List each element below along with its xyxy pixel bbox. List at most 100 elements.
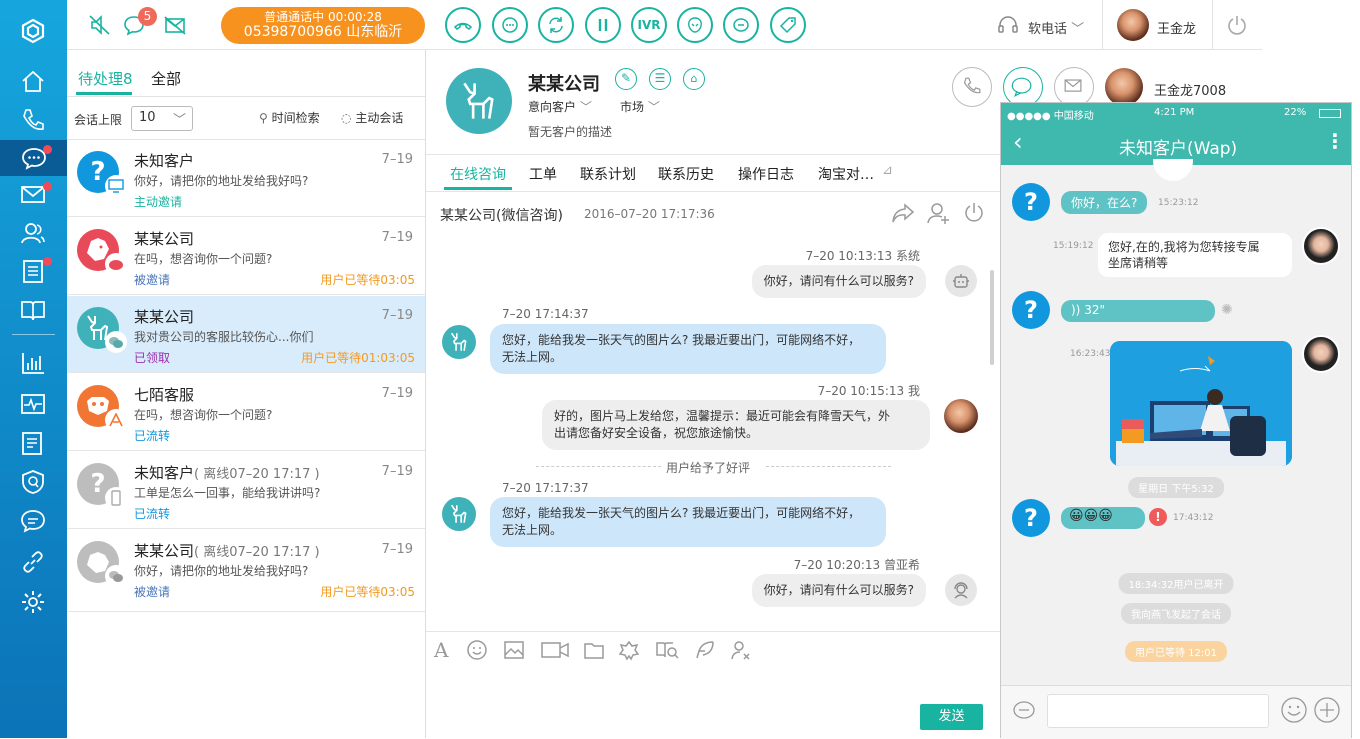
message-time: 7–20 10:15:13 我 (817, 384, 920, 398)
knowledge-book-icon[interactable] (17, 294, 49, 326)
customer-description: 暂无客户的描述 (528, 125, 613, 139)
tag-button[interactable] (770, 7, 806, 43)
contacts-icon[interactable] (17, 217, 49, 249)
time-search-button[interactable]: ⚲ 时间检索 (259, 109, 320, 126)
phone-icon[interactable] (17, 104, 49, 136)
quick-reply-icon[interactable] (694, 639, 716, 665)
folder-icon[interactable] (583, 639, 605, 665)
conversation-item[interactable]: ? 未知客户 7–19 你好，请把你的地址发给我好吗? 主动邀请 (67, 140, 425, 217)
user-name[interactable]: 王金龙 (1157, 18, 1196, 37)
consult-button[interactable] (492, 7, 528, 43)
message-icon[interactable] (17, 505, 49, 537)
pull-down-handle[interactable] (1153, 159, 1193, 181)
power-icon[interactable] (1222, 10, 1252, 40)
emoji-icon[interactable] (1280, 696, 1308, 728)
customer-name: 某某公司 (528, 74, 600, 95)
limit-select[interactable]: 10 ﹀ (131, 106, 193, 131)
video-icon[interactable] (540, 639, 570, 665)
edit-pencil-icon[interactable]: ✎ (615, 68, 637, 90)
agent-dropdown[interactable]: 王金龙7008 (1154, 80, 1226, 99)
settings-gear-icon[interactable] (17, 586, 49, 618)
email-customer-icon[interactable] (1054, 67, 1094, 107)
chat-bubble-icon[interactable] (1011, 698, 1037, 728)
plus-circle-icon[interactable] (1313, 696, 1341, 728)
send-failed-icon[interactable]: ! (1149, 508, 1167, 526)
report-chart-icon[interactable] (17, 347, 49, 379)
back-chevron-icon[interactable]: ‹ (1013, 128, 1023, 156)
phone-message-input[interactable] (1047, 694, 1269, 728)
chat-scrollbar[interactable] (990, 270, 994, 365)
headset-icon (993, 10, 1023, 40)
wait-time: 用户已等待01:03:05 (301, 351, 415, 365)
conversation-name: 未知客户 (134, 152, 195, 170)
call-status-pill: 普通通话中 00:00:28 05398700966 山东临沂 (221, 7, 425, 44)
hangup-button[interactable] (445, 7, 481, 43)
home-icon[interactable] (17, 66, 49, 98)
tab-taobao[interactable]: 淘宝对… (818, 164, 874, 184)
link-icon[interactable] (17, 546, 49, 578)
knowledge-search-icon[interactable] (655, 639, 679, 665)
message-line: 出请您备好安全设备，祝您旅途愉快。 (554, 426, 759, 440)
conversation-name-text: 未知客户 (134, 464, 195, 482)
agent-message-avatar (944, 399, 978, 433)
tab-active-indicator (76, 92, 132, 95)
image-message[interactable] (1110, 341, 1292, 466)
conversation-item[interactable]: 七陌客服 7–19 在吗，想咨询你一个问题? 已流转 (67, 374, 425, 451)
conversation-item[interactable]: ? 未知客户( 离线07–20 17:17 ) 7–19 工单是怎么一回事，能给… (67, 452, 425, 529)
tab-contact-plan[interactable]: 联系计划 (580, 164, 636, 184)
tab-operation-log[interactable]: 操作日志 (738, 164, 794, 184)
transfer-button[interactable] (538, 7, 574, 43)
active-chat-button[interactable]: ◌ 主动会话 (341, 109, 403, 126)
forward-icon[interactable] (890, 201, 916, 229)
monitor-icon[interactable] (17, 388, 49, 420)
list-icon[interactable]: ☰ (649, 68, 671, 90)
voice-message-bubble[interactable]: )) 32" (1061, 300, 1215, 322)
message-time: 7–20 17:17:37 (502, 481, 589, 495)
transfer-agent-icon[interactable] (730, 639, 752, 665)
quality-list-icon[interactable] (17, 427, 49, 459)
end-chat-power-icon[interactable] (962, 201, 986, 229)
tab-contact-history[interactable]: 联系历史 (658, 164, 714, 184)
conversation-date: 7–19 (381, 152, 413, 167)
conversation-item[interactable]: 某某公司( 离线07–20 17:17 ) 7–19 你好，请把你的地址发给我好… (67, 530, 425, 612)
tab-ticket[interactable]: 工单 (529, 164, 557, 184)
market-dropdown[interactable]: 市场 ﹀ (620, 98, 660, 115)
conversation-preview: 你好，请把你的地址发给我好吗? (134, 564, 309, 578)
chat-icon[interactable] (0, 140, 67, 176)
offline-note: ( 离线07–20 17:17 ) (194, 545, 320, 560)
more-vertical-icon[interactable]: ⋮ (1325, 129, 1345, 153)
send-button[interactable]: 发送 (920, 704, 983, 730)
user-avatar[interactable] (1117, 9, 1149, 41)
satisfaction-button[interactable] (677, 7, 713, 43)
tag-icon[interactable]: ⌂ (683, 68, 705, 90)
conversation-name: 七陌客服 (134, 386, 195, 404)
call-customer-phone-icon[interactable] (952, 67, 992, 107)
mute-speaker-icon[interactable] (85, 10, 115, 40)
mail-off-icon[interactable] (160, 10, 190, 40)
conversation-item[interactable]: 某某公司 7–19 在吗，想咨询你一个问题? 被邀请 用户已等待03:05 (67, 218, 425, 295)
font-format-icon[interactable]: A (434, 638, 448, 662)
search-icon: ⚲ (259, 111, 268, 125)
tab-online-consult[interactable]: 在线咨询 (450, 164, 506, 184)
chat-customer-icon[interactable] (1003, 67, 1043, 107)
sms-button[interactable] (723, 7, 759, 43)
visitor-avatar-icon: ? (1012, 499, 1050, 537)
tab-all[interactable]: 全部 (151, 68, 181, 89)
deer-avatar-icon (442, 497, 476, 531)
voice-duration: 32" (1084, 303, 1105, 317)
ivr-button[interactable]: IVR (631, 7, 667, 43)
hold-button[interactable] (585, 7, 621, 43)
shield-icon[interactable] (17, 466, 49, 498)
satisfaction-invite-icon[interactable] (618, 639, 640, 665)
conversation-panel: 待处理8 全部 会话上限 10 ﹀ ⚲ 时间检索 ◌ 主动会话 ? 未知客户 7–… (67, 50, 426, 738)
conversation-date: 7–19 (381, 230, 413, 245)
intent-dropdown[interactable]: 意向客户 ﹀ (528, 98, 592, 115)
softphone-dropdown[interactable]: 软电话 ﹀ (1028, 18, 1084, 37)
image-icon[interactable] (503, 639, 525, 665)
emoji-icon[interactable] (466, 639, 488, 665)
tab-pending[interactable]: 待处理8 (78, 68, 133, 89)
message-bubble: 你好，请问有什么可以服务? (751, 265, 926, 298)
add-user-icon[interactable] (926, 201, 952, 229)
conversation-item-selected[interactable]: 某某公司 7–19 我对贵公司的客服比较伤心...你们 已领取 用户已等待01:… (67, 296, 425, 373)
expand-tab-icon[interactable]: ⊿ (882, 163, 893, 178)
